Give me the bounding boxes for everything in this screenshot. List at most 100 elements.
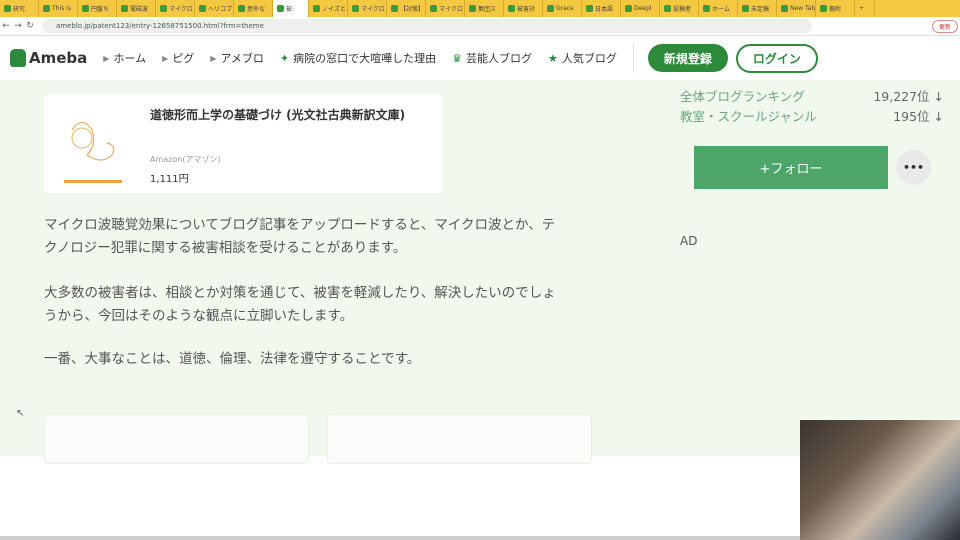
- favicon-icon: [664, 5, 671, 12]
- browser-tab[interactable]: 研究: [0, 0, 39, 17]
- browser-tab[interactable]: 電磁波: [117, 0, 156, 17]
- favicon-icon: [313, 5, 320, 12]
- tab-label: ヘリコプ: [208, 6, 233, 13]
- tab-label: 日本語: [595, 6, 614, 13]
- nav-label: ピグ: [172, 52, 195, 65]
- frog-icon: [10, 49, 26, 67]
- nav-item[interactable]: ✦ 病院の窓口で大喧嘩した理由: [280, 50, 436, 66]
- tab-label: 被:: [286, 6, 295, 13]
- nav-label: ホーム: [113, 52, 147, 65]
- browser-tab[interactable]: マイクロ: [426, 0, 465, 17]
- browser-tab[interactable]: 日本語: [582, 0, 621, 17]
- star-icon: ★: [547, 51, 558, 65]
- tab-label: 投稿者: [673, 6, 692, 13]
- favicon-icon: [547, 5, 554, 12]
- crown-icon: ♛: [452, 51, 462, 65]
- browser-tab[interactable]: 被:: [273, 0, 309, 17]
- browser-tab[interactable]: ヘリコプ: [195, 0, 234, 17]
- favicon-icon: [43, 5, 50, 12]
- browser-tab[interactable]: New Tab: [777, 0, 816, 17]
- back-icon[interactable]: ←: [0, 21, 12, 31]
- browser-tab[interactable]: 【対策】: [387, 0, 426, 17]
- nav-label: 人気ブログ: [561, 52, 617, 65]
- triangle-icon: ▶: [210, 53, 217, 63]
- tab-label: 【対策】: [400, 6, 425, 13]
- ranking-genre[interactable]: 教室・スクールジャンル 195位 ↓: [680, 106, 944, 125]
- nav-item[interactable]: ★ 人気ブログ: [548, 50, 617, 66]
- favicon-icon: [121, 5, 128, 12]
- paragraph-1: マイクロ波聴覚効果についてブログ記事をアップロードすると、マイクロ波とか、テ クノ…: [44, 217, 556, 256]
- browser-tab[interactable]: 被害対: [504, 0, 543, 17]
- tab-label: This is: [52, 5, 71, 12]
- login-button[interactable]: ログイン: [735, 43, 818, 73]
- browser-tab[interactable]: 未定稿: [738, 0, 777, 17]
- nav-item[interactable]: ▶ ピグ: [162, 50, 194, 66]
- ranking-overall[interactable]: 全体ブログランキング 19,227位 ↓: [680, 86, 944, 105]
- browser-tab[interactable]: 円盤ち: [78, 0, 117, 17]
- nav-item[interactable]: ▶ ホーム: [103, 50, 146, 66]
- tab-label: マイクロ: [169, 6, 193, 13]
- tab-strip: 研究 This is 円盤ち 電磁波 マイクロ ヘリコプ 意外な 被: ノイズと マイクロ 【対策】…: [0, 0, 960, 17]
- tab-label: 傷附: [829, 6, 842, 13]
- update-button[interactable]: 更新: [931, 19, 958, 33]
- main-content: 道徳形而上学の基礎づけ (光文社古典新訳文庫) Amazon(アマゾン) 1,1…: [0, 80, 960, 464]
- tab-label: Grace: [556, 5, 574, 12]
- reload-icon[interactable]: ↻: [24, 21, 36, 31]
- browser-tab[interactable]: 傷附: [816, 0, 855, 17]
- browser-tab[interactable]: Deepl: [621, 0, 660, 17]
- forward-icon[interactable]: →: [12, 21, 24, 31]
- book-title[interactable]: 道徳形而上学の基礎づけ (光文社古典新訳文庫): [150, 106, 405, 123]
- book-card[interactable]: 道徳形而上学の基礎づけ (光文社古典新訳文庫) Amazon(アマゾン) 1,1…: [44, 94, 442, 193]
- favicon-icon: [277, 5, 284, 12]
- tab-label: 未定稿: [751, 6, 770, 13]
- browser-tab[interactable]: ホーム: [699, 0, 738, 17]
- related-card[interactable]: [44, 414, 309, 464]
- nav-label: アメブロ: [220, 52, 264, 65]
- browser-tab[interactable]: 投稿者: [660, 0, 699, 17]
- register-button[interactable]: 新規登録: [647, 44, 728, 72]
- related-card[interactable]: [327, 414, 592, 464]
- tab-label: 被害対: [517, 6, 536, 13]
- paragraph-2: 大多数の被害者は、相談とか対策を通じて、被害を軽減したり、解決したいのでしょ うか…: [44, 285, 556, 324]
- browser-tab[interactable]: マイクロ: [348, 0, 387, 17]
- nav-item[interactable]: ♛ 芸能人ブログ: [452, 50, 532, 66]
- tab-label: 円盤ち: [91, 6, 110, 13]
- tab-label: ノイズと: [322, 6, 346, 13]
- favicon-icon: [199, 5, 206, 12]
- logo-text: Ameba: [29, 49, 88, 67]
- favicon-icon: [586, 5, 593, 12]
- tab-label: マイクロ: [361, 6, 385, 13]
- new-tab-button[interactable]: +: [855, 0, 875, 17]
- tab-label: 電磁波: [130, 6, 149, 13]
- more-options-button[interactable]: •••: [896, 150, 931, 185]
- triangle-icon: ▶: [162, 53, 169, 63]
- browser-tab[interactable]: 意外な: [234, 0, 273, 17]
- browser-tab[interactable]: This is: [39, 0, 78, 17]
- tab-label: ホーム: [712, 6, 730, 13]
- tab-label: 集団ス: [478, 6, 497, 13]
- address-bar-row: ← → ↻ ameblo.jp/patent123/entry-12658751…: [0, 17, 960, 36]
- ad-label: AD: [680, 234, 698, 248]
- nav-item[interactable]: ▶ アメブロ: [210, 50, 264, 66]
- triangle-icon: ▶: [103, 53, 110, 63]
- mouse-cursor-icon: ↖: [16, 408, 25, 419]
- tab-label: New Tab: [790, 5, 816, 12]
- tab-label: 意外な: [247, 6, 266, 13]
- favicon-icon: [508, 5, 515, 12]
- ameba-logo[interactable]: Ameba: [10, 49, 87, 67]
- nav-label: 芸能人ブログ: [465, 52, 532, 65]
- url-input[interactable]: ameblo.jp/patent123/entry-12658751500.ht…: [42, 19, 812, 33]
- follow-button[interactable]: +フォロー: [694, 146, 888, 189]
- favicon-icon: [238, 5, 245, 12]
- browser-tab[interactable]: ノイズと: [309, 0, 348, 17]
- browser-tab[interactable]: 集団ス: [465, 0, 504, 17]
- book-price: 1,111円: [150, 174, 189, 185]
- browser-tab[interactable]: Grace: [543, 0, 582, 17]
- webcam-overlay: [800, 420, 960, 540]
- favicon-icon: [625, 5, 632, 12]
- favicon-icon: [469, 5, 476, 12]
- favicon-icon: [82, 5, 89, 12]
- browser-tab[interactable]: マイクロ: [156, 0, 195, 17]
- book-shop: Amazon(アマゾン): [150, 155, 221, 164]
- favicon-icon: [391, 5, 398, 12]
